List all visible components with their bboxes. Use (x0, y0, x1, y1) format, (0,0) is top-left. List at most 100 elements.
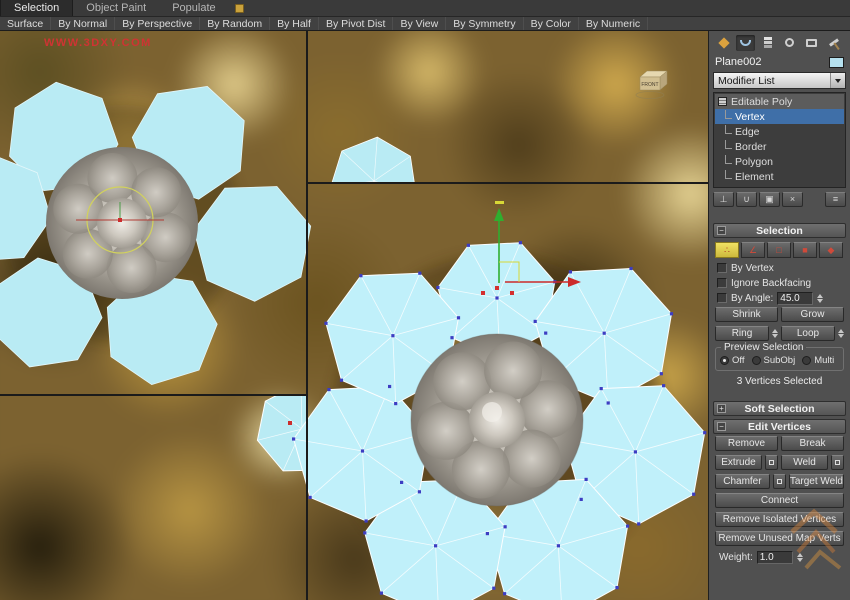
modifier-list-dropdown[interactable]: Modifier List (713, 72, 846, 89)
vertex-dot[interactable] (436, 286, 439, 289)
weld-settings-button[interactable] (831, 455, 844, 470)
hierarchy-tab-icon[interactable] (758, 35, 777, 51)
utilities-tab-icon[interactable] (824, 35, 843, 51)
configure-modifier-sets-button[interactable]: ≡ (825, 192, 846, 207)
collapse-icon[interactable]: − (717, 226, 726, 235)
polygon-mode-button[interactable]: ■ (793, 242, 817, 258)
border-mode-button[interactable]: □ (767, 242, 791, 258)
vertex-dot[interactable] (292, 437, 295, 440)
vertex-dot[interactable] (361, 449, 364, 452)
vertex-dot[interactable] (504, 525, 507, 528)
vertex-dot[interactable] (544, 332, 547, 335)
display-tab-icon[interactable] (802, 35, 821, 51)
selected-vertex-dot[interactable] (495, 286, 499, 290)
vertex-dot[interactable] (670, 312, 673, 315)
loop-button[interactable]: Loop (781, 326, 835, 341)
remove-modifier-button[interactable]: × (782, 192, 803, 207)
ignore-backfacing-checkbox[interactable] (717, 278, 727, 288)
tool-by-random[interactable]: By Random (200, 17, 270, 30)
vertex-dot[interactable] (634, 450, 637, 453)
tool-by-view[interactable]: By View (393, 17, 446, 30)
pin-stack-button[interactable]: ⊥ (713, 192, 734, 207)
stack-item-vertex[interactable]: Vertex (715, 109, 844, 124)
ring-spinner[interactable] (772, 329, 778, 338)
vertex-dot[interactable] (585, 478, 588, 481)
connect-button[interactable]: Connect (715, 493, 844, 508)
tool-by-pivot-dist[interactable]: By Pivot Dist (319, 17, 394, 30)
collapse-icon[interactable]: − (717, 422, 726, 431)
extrude-button[interactable]: Extrude (715, 455, 762, 470)
viewport-area[interactable]: WWW.3DXY.COM FRONT (0, 31, 708, 600)
grow-button[interactable]: Grow (781, 307, 844, 322)
vertex-dot[interactable] (503, 592, 506, 595)
tool-by-color[interactable]: By Color (524, 17, 579, 30)
vertex-dot[interactable] (434, 544, 437, 547)
show-end-result-button[interactable]: ∪ (736, 192, 757, 207)
gizmo-y-arrowhead[interactable] (494, 208, 504, 221)
modifier-list-arrow-button[interactable] (830, 73, 845, 88)
object-color-swatch[interactable] (829, 57, 844, 68)
object-name-field[interactable]: Plane002 (715, 56, 829, 68)
vertex-dot[interactable] (309, 496, 312, 499)
vertex-dot[interactable] (400, 481, 403, 484)
preview-off-radio[interactable] (720, 356, 729, 365)
vertex-dot[interactable] (660, 372, 663, 375)
remove-isolated-vertices-button[interactable]: Remove Isolated Vertices (715, 512, 844, 527)
vertex-dot[interactable] (492, 587, 495, 590)
ribbon-tab-populate[interactable]: Populate (159, 0, 228, 16)
selection-rollout-header[interactable]: − Selection (713, 223, 846, 238)
vertex-dot[interactable] (486, 532, 489, 535)
ribbon-overflow-icon[interactable] (235, 4, 244, 13)
vertex-dot[interactable] (380, 592, 383, 595)
vertex-dot[interactable] (519, 241, 522, 244)
stack-item-element[interactable]: Element (715, 169, 844, 184)
vertex-dot[interactable] (637, 522, 640, 525)
selected-vertex-dot[interactable] (118, 218, 122, 222)
vertex-dot[interactable] (495, 296, 498, 299)
vertex-dot[interactable] (534, 320, 537, 323)
tool-by-half[interactable]: By Half (270, 17, 319, 30)
shrink-button[interactable]: Shrink (715, 307, 778, 322)
by-angle-checkbox[interactable] (717, 293, 727, 303)
vertex-dot[interactable] (626, 525, 629, 528)
vertex-dot[interactable] (600, 387, 603, 390)
remove-unused-map-verts-button[interactable]: Remove Unused Map Verts (715, 531, 844, 546)
vertex-dot[interactable] (418, 272, 421, 275)
petal[interactable] (331, 137, 417, 222)
vertex-dot[interactable] (391, 334, 394, 337)
edge-mode-button[interactable]: ∠ (741, 242, 765, 258)
vertex-dot[interactable] (457, 316, 460, 319)
vertex-dot[interactable] (557, 544, 560, 547)
stack-item-border[interactable]: Border (715, 139, 844, 154)
vertex-mode-button[interactable]: ∴ (715, 242, 739, 258)
selected-vertex-dot[interactable] (288, 421, 292, 425)
vertex-dot[interactable] (340, 379, 343, 382)
vertex-dot[interactable] (629, 267, 632, 270)
stack-item-edge[interactable]: Edge (715, 124, 844, 139)
vertex-dot[interactable] (363, 531, 366, 534)
viewport-canvas[interactable]: WWW.3DXY.COM FRONT (0, 31, 708, 600)
vertex-dot[interactable] (418, 490, 421, 493)
vertex-dot[interactable] (359, 274, 362, 277)
vertex-dot[interactable] (692, 493, 695, 496)
vertex-dot[interactable] (324, 322, 327, 325)
tool-surface[interactable]: Surface (0, 17, 51, 30)
ribbon-tab-object-paint[interactable]: Object Paint (73, 0, 159, 16)
target-weld-button[interactable]: Target Weld (789, 474, 844, 489)
tool-by-normal[interactable]: By Normal (51, 17, 115, 30)
remove-button[interactable]: Remove (715, 436, 778, 451)
tool-by-symmetry[interactable]: By Symmetry (446, 17, 523, 30)
chamfer-button[interactable]: Chamfer (715, 474, 770, 489)
element-mode-button[interactable]: ◆ (819, 242, 843, 258)
ring-button[interactable]: Ring (715, 326, 769, 341)
extrude-settings-button[interactable] (765, 455, 778, 470)
vertex-dot[interactable] (365, 519, 368, 522)
motion-tab-icon[interactable] (780, 35, 799, 51)
weight-field[interactable] (757, 551, 793, 564)
vertex-dot[interactable] (388, 385, 391, 388)
vertex-dot[interactable] (703, 431, 706, 434)
make-unique-button[interactable]: ▣ (759, 192, 780, 207)
break-button[interactable]: Break (781, 436, 844, 451)
stack-item-editable-poly[interactable]: Editable Poly (715, 94, 844, 109)
soft-selection-rollout-header[interactable]: + Soft Selection (713, 401, 846, 416)
